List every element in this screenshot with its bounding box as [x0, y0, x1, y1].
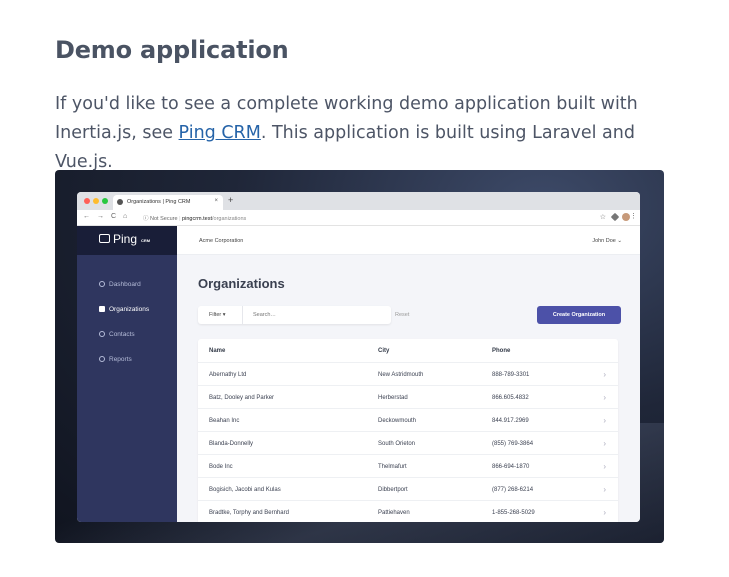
filter-search-bar: Filter ▾ — [198, 306, 391, 324]
sidebar-item-label: Dashboard — [109, 281, 141, 288]
app-sidebar: Ping CRM Dashboard Organizations Contact… — [77, 226, 177, 522]
url-path: /organizations — [212, 216, 247, 222]
sidebar-item-organizations[interactable]: Organizations — [99, 306, 149, 313]
column-header-phone: Phone — [492, 348, 511, 354]
forward-arrow-icon[interactable]: → — [97, 213, 104, 220]
sidebar-item-reports[interactable]: Reports — [99, 356, 132, 363]
browser-window: Organizations | Ping CRM × + ← → C ⌂ ⓘ N… — [77, 192, 640, 522]
app-topbar: Acme Corporation John Doe ⌄ — [177, 226, 640, 255]
intro-paragraph: If you'd like to see a complete working … — [55, 90, 665, 177]
app-logo[interactable]: Ping CRM — [77, 226, 177, 255]
chevron-right-icon: › — [603, 462, 606, 471]
extension-icon[interactable] — [610, 212, 620, 222]
chevron-right-icon: › — [603, 508, 606, 517]
url-domain: pingcrm.test — [182, 216, 213, 222]
table-row[interactable]: Batz, Dooley and Parker Herberstad 866.605… — [198, 386, 618, 409]
section-title: Demo application — [55, 36, 289, 64]
table-row[interactable]: Bogisich, Jacobi and Kulas Dibbertport (87… — [198, 478, 618, 501]
cell-phone: (877) 268-6214 — [492, 487, 534, 493]
search-input[interactable] — [253, 312, 373, 318]
sidebar-item-label: Reports — [109, 356, 132, 363]
profile-avatar[interactable] — [622, 213, 630, 221]
cell-city: Thelmafurt — [378, 464, 407, 470]
chevron-right-icon: › — [603, 393, 606, 402]
cell-phone: 844.917.2969 — [492, 418, 529, 424]
account-name: Acme Corporation — [199, 238, 244, 244]
minimize-window-button[interactable] — [93, 198, 99, 204]
divider — [242, 306, 243, 324]
logo-text: Ping — [113, 232, 138, 246]
bookmark-star-icon[interactable]: ☆ — [600, 213, 606, 221]
cell-name: Bode Inc — [209, 464, 233, 470]
cell-phone: 888-789-3301 — [492, 372, 530, 378]
filter-dropdown[interactable]: Filter ▾ — [209, 312, 226, 318]
chat-bubble-icon — [99, 234, 110, 243]
chevron-right-icon: › — [603, 370, 606, 379]
ping-crm-link[interactable]: Ping CRM — [179, 123, 261, 143]
reset-button[interactable]: Reset — [395, 312, 409, 318]
logo-subtext: CRM — [141, 238, 151, 243]
table-row[interactable]: Blanda-Donnelly South Orieton (855) 769-38… — [198, 432, 618, 455]
home-icon[interactable]: ⌂ — [123, 213, 127, 220]
chevron-right-icon: › — [603, 416, 606, 425]
cell-city: Deckowmouth — [378, 418, 417, 424]
not-secure-label: ⓘ Not Secure — [143, 216, 178, 222]
address-bar: ← → C ⌂ ⓘ Not Secure | pingcrm.test/orga… — [77, 210, 640, 226]
table-header: Name City Phone — [198, 339, 618, 363]
page-title: Organizations — [198, 276, 285, 291]
demo-screenshot: Organizations | Ping CRM × + ← → C ⌂ ⓘ N… — [55, 170, 664, 543]
cell-city: Pattiehaven — [378, 510, 410, 516]
url-field[interactable]: ⓘ Not Secure | pingcrm.test/organization… — [143, 214, 246, 222]
close-window-button[interactable] — [84, 198, 90, 204]
cell-name: Bradtke, Torphy and Bernhard — [209, 510, 289, 516]
chevron-right-icon: › — [603, 485, 606, 494]
cell-name: Beahan Inc — [209, 418, 240, 424]
browser-tab-bar: Organizations | Ping CRM × + — [77, 192, 640, 210]
maximize-window-button[interactable] — [102, 198, 108, 204]
browser-menu-icon[interactable]: ⋮ — [630, 212, 637, 220]
cell-phone: 1-855-268-5029 — [492, 510, 535, 516]
cell-city: New Astridmouth — [378, 372, 424, 378]
chevron-right-icon: › — [603, 439, 606, 448]
sidebar-item-contacts[interactable]: Contacts — [99, 331, 135, 338]
cell-name: Blanda-Donnelly — [209, 441, 254, 447]
building-icon — [99, 306, 105, 312]
contacts-icon — [99, 331, 105, 337]
cell-phone: 866-694-1870 — [492, 464, 530, 470]
sidebar-item-dashboard[interactable]: Dashboard — [99, 281, 141, 288]
printer-icon — [99, 356, 105, 362]
cell-name: Abernathy Ltd — [209, 372, 247, 378]
cell-name: Bogisich, Jacobi and Kulas — [209, 487, 281, 493]
main-content: Organizations Filter ▾ Reset Create Orga… — [177, 255, 640, 522]
table-row[interactable]: Bradtke, Torphy and Bernhard Pattiehaven 1… — [198, 501, 618, 522]
sidebar-item-label: Contacts — [109, 331, 135, 338]
user-menu[interactable]: John Doe ⌄ — [592, 238, 622, 244]
column-header-city: City — [378, 348, 390, 354]
tab-close-icon[interactable]: × — [214, 198, 218, 204]
back-arrow-icon[interactable]: ← — [83, 213, 90, 220]
table-row[interactable]: Bode Inc Thelmafurt 866-694-1870 › — [198, 455, 618, 478]
cell-city: Herberstad — [378, 395, 408, 401]
cell-city: Dibbertport — [378, 487, 408, 493]
column-header-name: Name — [209, 348, 226, 354]
cell-phone: (855) 769-3864 — [492, 441, 534, 447]
cell-phone: 866.605.4832 — [492, 395, 529, 401]
create-organization-button[interactable]: Create Organization — [537, 306, 621, 324]
browser-tab[interactable]: Organizations | Ping CRM × — [113, 195, 223, 210]
cell-name: Batz, Dooley and Parker — [209, 395, 275, 401]
cell-city: South Orieton — [378, 441, 416, 447]
new-tab-button[interactable]: + — [228, 195, 233, 205]
organizations-table: Name City Phone Abernathy Ltd New Astridm… — [198, 339, 618, 522]
tab-title: Organizations | Ping CRM — [127, 199, 191, 205]
dashboard-icon — [99, 281, 105, 287]
table-row[interactable]: Beahan Inc Deckowmouth 844.917.2969 › — [198, 409, 618, 432]
table-row[interactable]: Abernathy Ltd New Astridmouth 888-789-3301… — [198, 363, 618, 386]
reload-icon[interactable]: C — [111, 213, 116, 220]
sidebar-item-label: Organizations — [109, 306, 150, 313]
favicon-icon — [117, 199, 123, 205]
